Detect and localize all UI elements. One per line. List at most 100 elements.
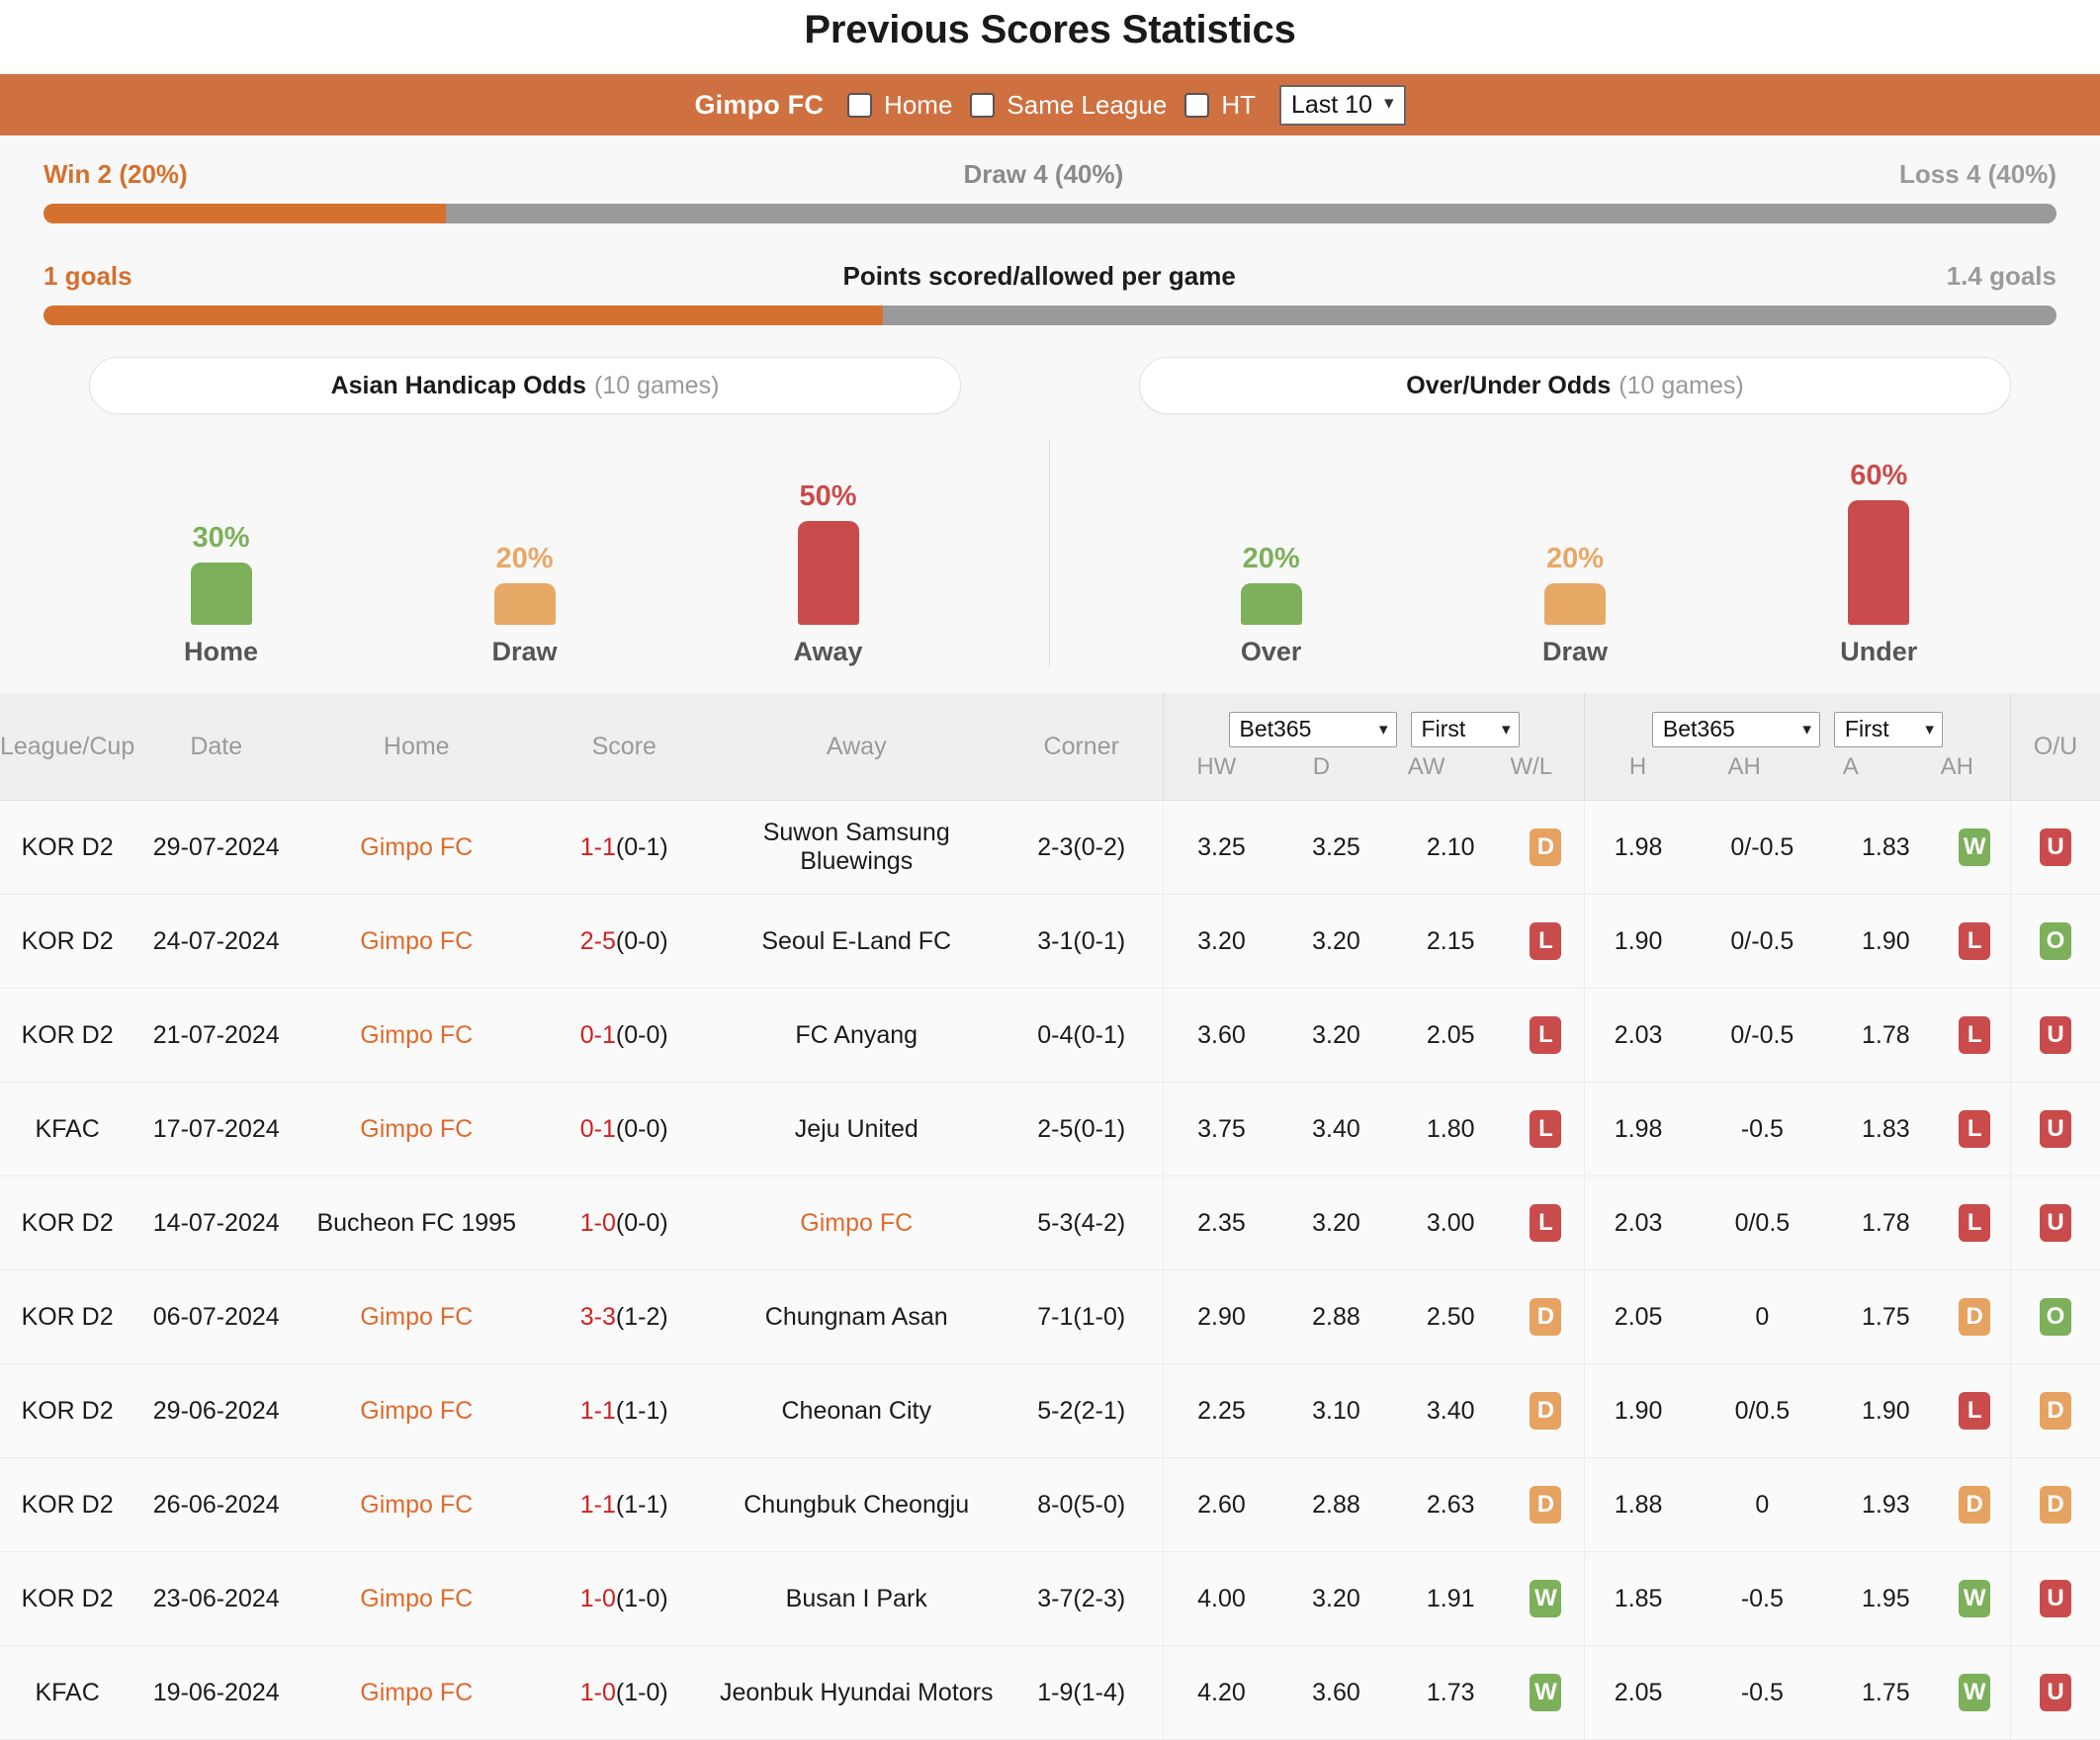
- bar-value-label: 30%: [192, 522, 249, 555]
- ou-bookie-select[interactable]: Bet365 ▾: [1652, 712, 1820, 747]
- filter-team-name: Gimpo FC: [694, 90, 824, 121]
- table-row[interactable]: KOR D224-07-2024Gimpo FC2-5(0-0)Seoul E-…: [0, 895, 2100, 989]
- cell-score[interactable]: 2-5(0-0): [535, 895, 713, 989]
- table-row[interactable]: KOR D221-07-2024Gimpo FC0-1(0-0)FC Anyan…: [0, 989, 2100, 1083]
- cell-league: KOR D2: [0, 989, 134, 1083]
- cell-home-team[interactable]: Bucheon FC 1995: [298, 1176, 535, 1270]
- cell-home-team[interactable]: Gimpo FC: [298, 1646, 535, 1740]
- cell-score[interactable]: 1-1(0-1): [535, 801, 713, 895]
- tab-asian-handicap-odds[interactable]: Asian Handicap Odds (10 games): [89, 357, 961, 414]
- filter-checkbox-same-league-label: Same League: [1006, 90, 1167, 121]
- ah-bookie-select[interactable]: Bet365 ▾: [1229, 712, 1397, 747]
- cell-score[interactable]: 1-1(1-1): [535, 1458, 713, 1552]
- cell-home-team[interactable]: Gimpo FC: [298, 1458, 535, 1552]
- cell-away-team[interactable]: FC Anyang: [713, 989, 1000, 1083]
- cell-away-team[interactable]: Chungbuk Cheongju: [713, 1458, 1000, 1552]
- table-row[interactable]: KOR D229-06-2024Gimpo FC1-1(1-1)Cheonan …: [0, 1364, 2100, 1458]
- cell-away-team[interactable]: Seoul E-Land FC: [713, 895, 1000, 989]
- tab-over-under-odds-label: Over/Under Odds: [1406, 372, 1611, 400]
- col-corner[interactable]: Corner: [1000, 693, 1164, 801]
- filter-checkbox-same-league[interactable]: Same League: [970, 90, 1167, 121]
- table-row[interactable]: KFAC19-06-2024Gimpo FC1-0(1-0)Jeonbuk Hy…: [0, 1646, 2100, 1740]
- cell-corner: 2-5(0-1): [1000, 1083, 1164, 1176]
- cell-away-team[interactable]: Gimpo FC: [713, 1176, 1000, 1270]
- table-row[interactable]: KOR D229-07-2024Gimpo FC1-1(0-1)Suwon Sa…: [0, 801, 2100, 895]
- cell-ah-home-win-odds: 2.25: [1164, 1364, 1279, 1458]
- cell-away-team[interactable]: Suwon Samsung Bluewings: [713, 801, 1000, 895]
- cell-score[interactable]: 1-0(0-0): [535, 1176, 713, 1270]
- table-row[interactable]: KOR D223-06-2024Gimpo FC1-0(1-0)Busan I …: [0, 1552, 2100, 1646]
- filter-checkbox-home[interactable]: Home: [847, 90, 952, 121]
- subcol-wl: W/L: [1479, 753, 1584, 781]
- odds-bar-charts: 30%Home20%Draw50%Away 20%Over20%Draw60%U…: [0, 440, 2100, 693]
- subcol-h: H: [1585, 753, 1692, 781]
- cell-ou-handicap: 0/-0.5: [1692, 989, 1832, 1083]
- cell-score[interactable]: 1-0(1-0): [535, 1552, 713, 1646]
- record-progress-fill: [44, 204, 446, 223]
- cell-score[interactable]: 1-1(1-1): [535, 1364, 713, 1458]
- bar-shape: [191, 563, 252, 625]
- cell-home-team[interactable]: Gimpo FC: [298, 895, 535, 989]
- cell-ah-draw-odds: 3.60: [1279, 1646, 1394, 1740]
- col-away[interactable]: Away: [713, 693, 1000, 801]
- bar-shape: [494, 583, 556, 625]
- bar-value-label: 20%: [1546, 543, 1604, 575]
- cell-home-team[interactable]: Gimpo FC: [298, 1364, 535, 1458]
- cell-ou-home-odds: 1.98: [1584, 801, 1692, 895]
- table-row[interactable]: KFAC17-07-2024Gimpo FC0-1(0-0)Jeju Unite…: [0, 1083, 2100, 1176]
- cell-ah-home-win-odds: 2.60: [1164, 1458, 1279, 1552]
- table-row[interactable]: KOR D226-06-2024Gimpo FC1-1(1-1)Chungbuk…: [0, 1458, 2100, 1552]
- cell-home-team[interactable]: Gimpo FC: [298, 1552, 535, 1646]
- cell-away-team[interactable]: Busan I Park: [713, 1552, 1000, 1646]
- cell-home-team[interactable]: Gimpo FC: [298, 801, 535, 895]
- result-badge: L: [1959, 1016, 1990, 1054]
- col-league[interactable]: League/Cup: [0, 693, 134, 801]
- cell-ah-away-win-odds: 2.10: [1393, 801, 1508, 895]
- filter-checkbox-home-label: Home: [884, 90, 952, 121]
- result-badge: L: [1530, 922, 1561, 960]
- cell-ah-result: D: [1508, 1270, 1584, 1364]
- col-ou[interactable]: O/U: [2011, 693, 2100, 801]
- match-range-select[interactable]: Last 10 ▾: [1279, 85, 1406, 126]
- goals-progress-bar: [44, 305, 2056, 325]
- cell-away-team[interactable]: Cheonan City: [713, 1364, 1000, 1458]
- cell-ah-draw-odds: 3.20: [1279, 895, 1394, 989]
- cell-away-team[interactable]: Jeju United: [713, 1083, 1000, 1176]
- bar-shape: [798, 521, 859, 625]
- checkbox-icon[interactable]: [1184, 93, 1209, 118]
- cell-home-team[interactable]: Gimpo FC: [298, 989, 535, 1083]
- cell-score[interactable]: 1-0(1-0): [535, 1646, 713, 1740]
- cell-score[interactable]: 3-3(1-2): [535, 1270, 713, 1364]
- filter-checkbox-ht[interactable]: HT: [1184, 90, 1256, 121]
- cell-home-team[interactable]: Gimpo FC: [298, 1270, 535, 1364]
- checkbox-icon[interactable]: [970, 93, 995, 118]
- cell-ah-result: W: [1508, 1552, 1584, 1646]
- cell-score[interactable]: 0-1(0-0): [535, 1083, 713, 1176]
- tab-over-under-odds[interactable]: Over/Under Odds (10 games): [1139, 357, 2011, 414]
- cell-away-team[interactable]: Chungnam Asan: [713, 1270, 1000, 1364]
- cell-ou-handicap-result: L: [1939, 1176, 2010, 1270]
- tab-asian-handicap-odds-games: (10 games): [594, 372, 719, 400]
- cell-over-under-result: U: [2011, 1083, 2100, 1176]
- bar-value-label: 60%: [1850, 460, 1907, 492]
- col-date[interactable]: Date: [134, 693, 298, 801]
- cell-league: KOR D2: [0, 1270, 134, 1364]
- table-row[interactable]: KOR D214-07-2024Bucheon FC 19951-0(0-0)G…: [0, 1176, 2100, 1270]
- table-row[interactable]: KOR D206-07-2024Gimpo FC3-3(1-2)Chungnam…: [0, 1270, 2100, 1364]
- col-score[interactable]: Score: [535, 693, 713, 801]
- ou-period-select[interactable]: First ▾: [1834, 712, 1943, 747]
- cell-away-team[interactable]: Jeonbuk Hyundai Motors: [713, 1646, 1000, 1740]
- col-home[interactable]: Home: [298, 693, 535, 801]
- ah-period-select[interactable]: First ▾: [1411, 712, 1520, 747]
- cell-score[interactable]: 0-1(0-0): [535, 989, 713, 1083]
- cell-over-under-result: O: [2011, 895, 2100, 989]
- checkbox-icon[interactable]: [847, 93, 872, 118]
- cell-home-team[interactable]: Gimpo FC: [298, 1083, 535, 1176]
- cell-over-under-result: U: [2011, 801, 2100, 895]
- cell-ah-away-win-odds: 1.80: [1393, 1083, 1508, 1176]
- filter-checkbox-ht-label: HT: [1221, 90, 1256, 121]
- tab-asian-handicap-odds-label: Asian Handicap Odds: [331, 372, 586, 400]
- subcol-aw: AW: [1374, 753, 1479, 781]
- cell-ou-home-odds: 1.90: [1584, 1364, 1692, 1458]
- cell-ah-home-win-odds: 4.00: [1164, 1552, 1279, 1646]
